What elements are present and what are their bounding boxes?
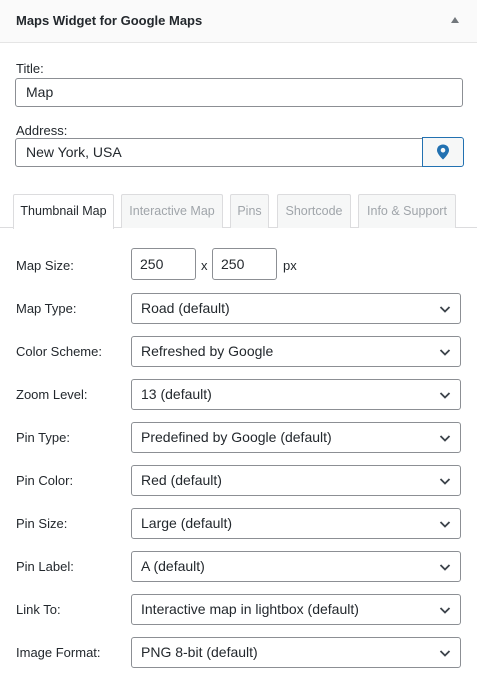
pin-label-value: A (default) bbox=[141, 558, 205, 574]
link-to-label: Link To: bbox=[16, 602, 61, 617]
zoom-level-select[interactable]: 13 (default) bbox=[131, 379, 461, 410]
image-format-label: Image Format: bbox=[16, 645, 101, 660]
map-type-value: Road (default) bbox=[141, 300, 230, 316]
pin-type-select[interactable]: Predefined by Google (default) bbox=[131, 422, 461, 453]
pin-color-label: Pin Color: bbox=[16, 473, 74, 488]
link-to-select[interactable]: Interactive map in lightbox (default) bbox=[131, 594, 461, 625]
tab-info-support[interactable]: Info & Support bbox=[358, 194, 456, 228]
image-format-value: PNG 8-bit (default) bbox=[141, 644, 258, 660]
tab-interactive-map[interactable]: Interactive Map bbox=[121, 194, 223, 228]
size-unit: px bbox=[283, 258, 297, 273]
color-scheme-value: Refreshed by Google bbox=[141, 343, 274, 359]
pin-type-value: Predefined by Google (default) bbox=[141, 429, 332, 445]
link-to-value: Interactive map in lightbox (default) bbox=[141, 601, 359, 617]
chevron-down-icon bbox=[439, 521, 451, 528]
pin-label-label: Pin Label: bbox=[16, 559, 74, 574]
map-height-input[interactable]: 250 bbox=[212, 248, 277, 280]
chevron-down-icon bbox=[439, 392, 451, 399]
tab-thumbnail-map[interactable]: Thumbnail Map bbox=[13, 194, 114, 229]
chevron-down-icon bbox=[439, 650, 451, 657]
map-type-label: Map Type: bbox=[16, 301, 77, 316]
chevron-down-icon bbox=[439, 435, 451, 442]
address-input[interactable]: New York, USA bbox=[15, 138, 423, 167]
tab-shortcode[interactable]: Shortcode bbox=[277, 194, 351, 228]
locate-address-button[interactable] bbox=[422, 137, 464, 167]
widget-header[interactable]: Maps Widget for Google Maps bbox=[0, 0, 477, 43]
chevron-down-icon bbox=[439, 306, 451, 313]
title-label: Title: bbox=[16, 61, 44, 76]
color-scheme-label: Color Scheme: bbox=[16, 344, 102, 359]
zoom-level-label: Zoom Level: bbox=[16, 387, 88, 402]
pin-size-value: Large (default) bbox=[141, 515, 233, 531]
image-format-select[interactable]: PNG 8-bit (default) bbox=[131, 637, 461, 668]
map-width-input[interactable]: 250 bbox=[131, 248, 196, 280]
map-pin-icon bbox=[437, 144, 449, 160]
size-separator: x bbox=[201, 258, 208, 273]
zoom-level-value: 13 (default) bbox=[141, 386, 212, 402]
pin-color-select[interactable]: Red (default) bbox=[131, 465, 461, 496]
chevron-down-icon bbox=[439, 478, 451, 485]
pin-size-select[interactable]: Large (default) bbox=[131, 508, 461, 539]
pin-type-label: Pin Type: bbox=[16, 430, 70, 445]
chevron-down-icon bbox=[439, 349, 451, 356]
map-type-select[interactable]: Road (default) bbox=[131, 293, 461, 324]
address-label: Address: bbox=[16, 123, 68, 138]
tab-pins[interactable]: Pins bbox=[230, 194, 269, 228]
widget-title: Maps Widget for Google Maps bbox=[16, 13, 203, 28]
map-size-label: Map Size: bbox=[16, 258, 74, 273]
title-input[interactable]: Map bbox=[15, 78, 463, 107]
pin-label-select[interactable]: A (default) bbox=[131, 551, 461, 582]
chevron-down-icon bbox=[439, 564, 451, 571]
pin-size-label: Pin Size: bbox=[16, 516, 68, 531]
chevron-down-icon bbox=[439, 607, 451, 614]
pin-color-value: Red (default) bbox=[141, 472, 222, 488]
collapse-arrow-icon[interactable] bbox=[451, 17, 459, 23]
color-scheme-select[interactable]: Refreshed by Google bbox=[131, 336, 461, 367]
